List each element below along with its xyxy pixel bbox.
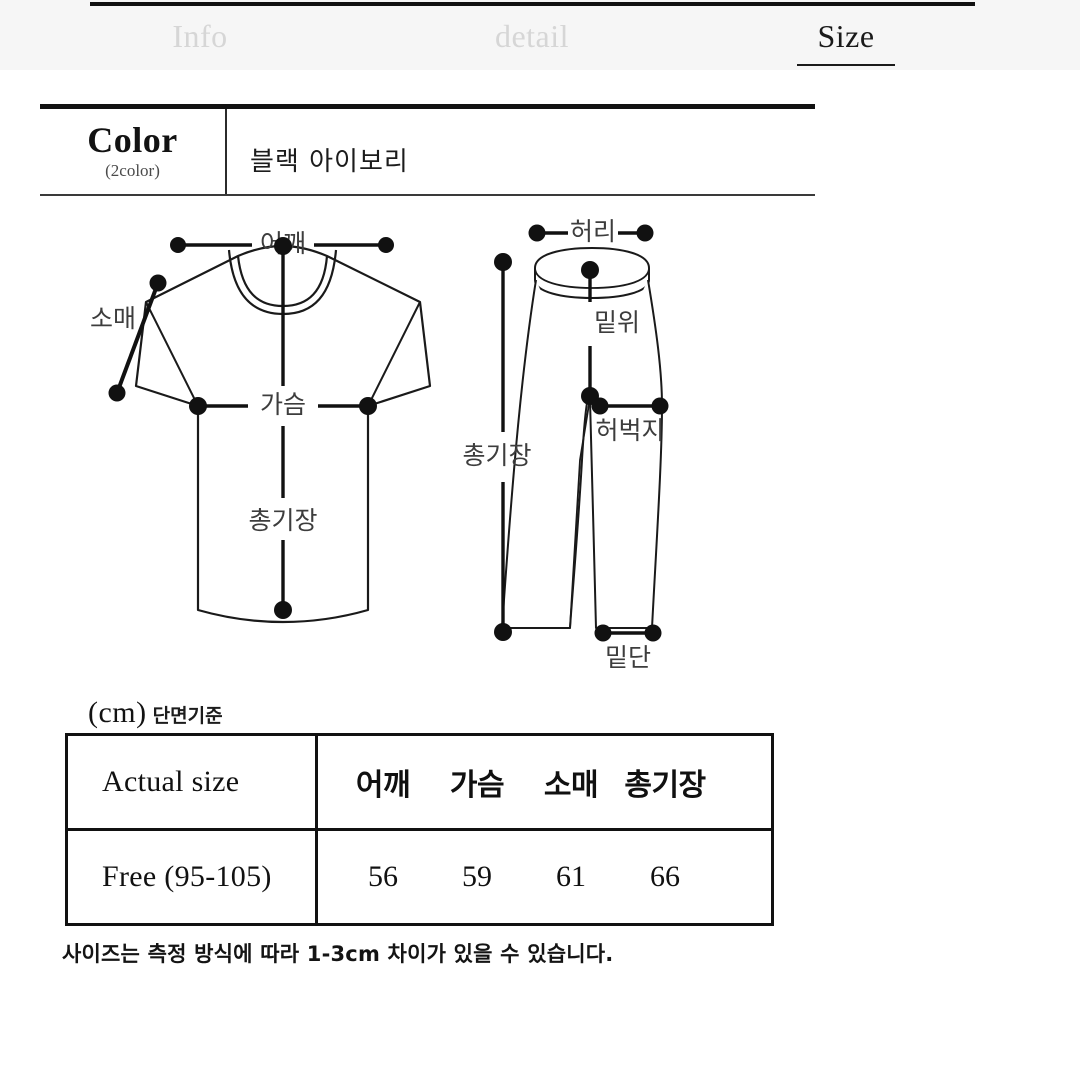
header-label-text: Actual size [102, 765, 240, 798]
tab-info-label: Info [172, 18, 228, 54]
size-table: Actual size 어깨 가슴 소매 총기장 Free (95-105) 5… [65, 733, 774, 926]
tab-bar: Info detail Size [0, 0, 1080, 71]
pants-length-point-top [494, 253, 512, 271]
tab-detail[interactable]: detail [432, 16, 632, 56]
tabbar-spacer [0, 70, 1080, 78]
pants-length-point-bottom [494, 623, 512, 641]
caption-unit: (cm) [88, 696, 147, 729]
measurement-diagrams: 어깨 소매 가슴 총기장 [0, 210, 1080, 690]
header-col-sleeve: 소매 [543, 768, 599, 803]
top-rule [90, 2, 975, 6]
sleeve-point-top [149, 274, 167, 292]
waist-point-right [636, 224, 654, 242]
thigh-point-right [651, 397, 669, 415]
measurement-disclaimer: 사이즈는 측정 방식에 따라 1-3cm 차이가 있을 수 있습니다. [62, 942, 614, 966]
table-header-row: Actual size 어깨 가슴 소매 총기장 [65, 733, 774, 831]
diagram-svg: 어깨 소매 가슴 총기장 [90, 217, 669, 672]
pants-length-label: 총기장 [462, 441, 531, 470]
waist-label: 허리 [570, 217, 616, 246]
waist-point-left [528, 224, 546, 242]
hem-point-right [644, 624, 662, 642]
row-label-cell: Free (95-105) [65, 828, 318, 926]
color-heading-subtitle: (2color) [105, 161, 160, 180]
chest-label: 가슴 [260, 390, 306, 419]
rise-point-top [581, 261, 599, 279]
header-col-length: 총기장 [624, 768, 706, 803]
sleeve-label: 소매 [90, 304, 136, 333]
top-length-point-bottom [274, 601, 292, 619]
color-values: 블랙 아이보리 [250, 147, 409, 177]
value-chest: 59 [462, 860, 492, 893]
tab-detail-label: detail [494, 18, 570, 54]
header-columns-cell: 어깨 가슴 소매 총기장 [315, 733, 774, 831]
header-col-shoulder: 어깨 [355, 768, 411, 803]
caption-note: 단면기준 [152, 705, 223, 727]
hem-point-left [594, 624, 612, 642]
color-heading: Color (2color) [40, 119, 225, 183]
header-col-chest: 가슴 [449, 768, 505, 803]
thigh-point-left [591, 397, 609, 415]
row-label-text: Free (95-105) [102, 860, 272, 893]
row-values-cell: 56 59 61 66 [315, 828, 774, 926]
pants-diagram: 허리 밑위 허벅지 총기장 밑단 [462, 217, 669, 672]
sleeve-point-bottom [108, 384, 126, 402]
value-length: 66 [650, 860, 680, 893]
tab-info[interactable]: Info [100, 16, 300, 56]
header-label-cell: Actual size [65, 733, 318, 831]
top-length-label: 총기장 [248, 506, 317, 535]
tab-size[interactable]: Size [746, 16, 946, 66]
value-sleeve: 61 [556, 860, 586, 893]
color-heading-title: Color [87, 120, 178, 160]
top-length-point-top [274, 237, 292, 255]
tshirt-diagram: 어깨 소매 가슴 총기장 [90, 229, 432, 624]
chest-point-left [189, 397, 207, 415]
shoulder-point-left [170, 237, 186, 253]
size-table-caption: (cm) 단면기준 [88, 696, 223, 730]
rise-label: 밑위 [594, 308, 640, 337]
value-shoulder: 56 [368, 860, 398, 893]
chest-point-right [359, 397, 377, 415]
tab-size-label: Size [817, 18, 875, 54]
hem-label: 밑단 [605, 643, 651, 672]
color-section: Color (2color) 블랙 아이보리 [40, 104, 815, 196]
thigh-label: 허벅지 [595, 416, 664, 445]
table-row: Free (95-105) 56 59 61 66 [65, 828, 774, 926]
shoulder-point-right [378, 237, 394, 253]
color-column-divider [225, 109, 227, 194]
tab-active-underline [797, 64, 895, 66]
